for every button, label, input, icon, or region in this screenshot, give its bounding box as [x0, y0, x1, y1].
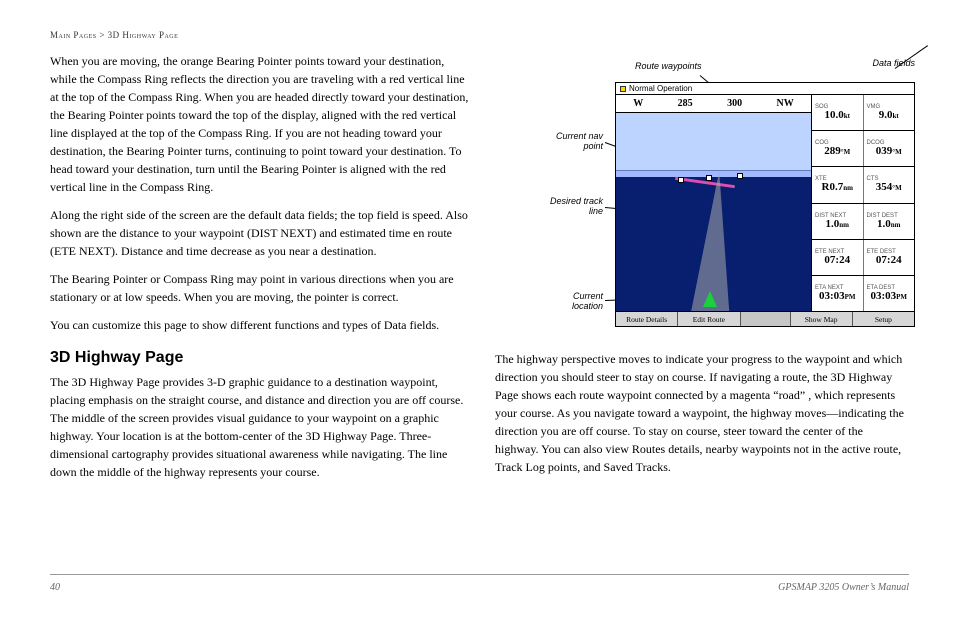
field-value: 289°M: [824, 146, 850, 157]
waypoint-marker-icon: [737, 173, 743, 179]
manual-title: GPSMAP 3205 Owner’s Manual: [778, 582, 909, 593]
compass-tick: W: [633, 98, 643, 109]
status-lamp-icon: [620, 86, 626, 92]
data-field-row: COG289°MDCOG039°M: [812, 131, 914, 167]
breadcrumb-sep: >: [97, 30, 108, 40]
field-value: R0.7nm: [822, 182, 853, 193]
field-value: 039°M: [876, 146, 902, 157]
data-field-cell: CTS354°M: [864, 167, 915, 202]
data-field-row: DIST NEXT1.0nmDIST DEST1.0nm: [812, 204, 914, 240]
data-field-row: XTER0.7nmCTS354°M: [812, 167, 914, 203]
breadcrumb-leaf: 3D Highway Page: [108, 30, 179, 40]
data-field-cell: SOG10.0kt: [812, 95, 864, 130]
device-mode-label: Normal Operation: [629, 84, 692, 93]
device-titlebar: Normal Operation: [616, 83, 914, 95]
compass-tick: NW: [777, 98, 794, 109]
callout-current-nav-point: Current nav point: [543, 132, 603, 152]
softkey-route-details[interactable]: Route Details: [616, 312, 678, 326]
boat-icon: [703, 291, 717, 307]
softkey-bar: Route DetailsEdit Route Show MapSetup: [616, 311, 914, 326]
callout-route-waypoints: Route waypoints: [635, 62, 715, 72]
breadcrumb: Main Pages > 3D Highway Page: [50, 30, 909, 40]
highway-view: W 285 300 NW: [616, 95, 812, 311]
waypoint-marker-icon: [678, 177, 684, 183]
data-field-cell: ETA NEXT03:03PM: [812, 276, 864, 311]
field-value: 07:24: [876, 255, 902, 266]
data-field-cell: COG289°M: [812, 131, 864, 166]
softkey-edit-route[interactable]: Edit Route: [678, 312, 740, 326]
heading-3d-highway: 3D Highway Page: [50, 349, 470, 367]
data-field-cell: DIST DEST1.0nm: [864, 204, 915, 239]
data-field-cell: ETE DEST07:24: [864, 240, 915, 275]
para-data-fields: Along the right side of the screen are t…: [50, 206, 470, 260]
callout-current-location: Current location: [543, 292, 603, 312]
data-field-cell: ETA DEST03:03PM: [864, 276, 915, 311]
field-value: 354°M: [876, 182, 902, 193]
para-low-speed: The Bearing Pointer or Compass Ring may …: [50, 270, 470, 306]
page-number: 40: [50, 582, 60, 593]
para-compass-behavior: When you are moving, the orange Bearing …: [50, 52, 470, 196]
softkey-setup[interactable]: Setup: [853, 312, 914, 326]
compass-tick: 300: [727, 98, 742, 109]
softkey-show-map[interactable]: Show Map: [791, 312, 853, 326]
compass-tick: 285: [678, 98, 693, 109]
data-field-row: ETE NEXT07:24ETE DEST07:24: [812, 240, 914, 276]
field-value: 1.0nm: [877, 219, 900, 230]
data-field-row: ETA NEXT03:03PMETA DEST03:03PM: [812, 276, 914, 311]
data-field-cell: DIST NEXT1.0nm: [812, 204, 864, 239]
field-value: 1.0nm: [826, 219, 849, 230]
page-footer: 40 GPSMAP 3205 Owner’s Manual: [50, 574, 909, 593]
figure-wrap: Route waypoints Data fields Current nav …: [495, 52, 909, 332]
data-fields-panel: SOG10.0ktVMG9.0ktCOG289°MDCOG039°MXTER0.…: [812, 95, 914, 311]
field-value: 03:03PM: [819, 291, 856, 302]
device-screenshot: Normal Operation W 285 300 NW: [615, 82, 915, 327]
para-customize: You can customize this page to show diff…: [50, 316, 470, 334]
callout-desired-track-line: Desired track line: [543, 197, 603, 217]
para-highway-perspective: The highway perspective moves to indicat…: [495, 350, 909, 476]
compass-strip: W 285 300 NW: [616, 95, 811, 113]
data-field-cell: XTER0.7nm: [812, 167, 864, 202]
data-field-cell: DCOG039°M: [864, 131, 915, 166]
data-field-row: SOG10.0ktVMG9.0kt: [812, 95, 914, 131]
breadcrumb-root: Main Pages: [50, 30, 97, 40]
field-value: 03:03PM: [870, 291, 907, 302]
softkey-blank: [741, 312, 791, 326]
para-3d-overview: The 3D Highway Page provides 3-D graphic…: [50, 373, 470, 481]
highway-road-icon: [691, 171, 729, 311]
data-field-cell: VMG9.0kt: [864, 95, 915, 130]
field-value: 07:24: [824, 255, 850, 266]
field-value: 10.0kt: [825, 110, 850, 121]
field-value: 9.0kt: [879, 110, 899, 121]
data-field-cell: ETE NEXT07:24: [812, 240, 864, 275]
